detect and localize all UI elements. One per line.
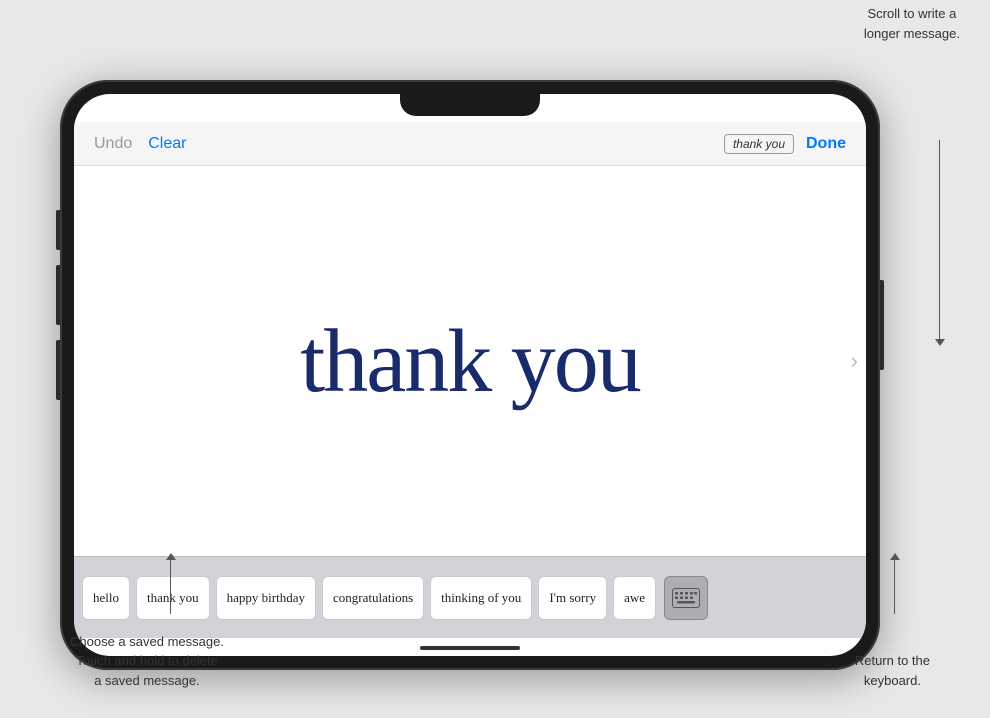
suggestion-happy-birthday[interactable]: happy birthday: [216, 576, 316, 620]
notch: [400, 94, 540, 116]
saved-message-annotation: Choose a saved message. Touch and hold t…: [70, 632, 224, 691]
keyboard-return-arrow: [894, 559, 895, 614]
volume-down-button: [56, 340, 60, 400]
preview-badge: thank you: [724, 134, 794, 154]
keyboard-icon: [672, 588, 700, 608]
toolbar-left: Undo Clear: [94, 135, 186, 153]
saved-message-arrow: [170, 559, 171, 614]
keyboard-annotation: Return to the keyboard.: [855, 651, 930, 690]
handwriting-content: thank you: [300, 310, 639, 413]
drawing-area[interactable]: thank you ›: [74, 166, 866, 556]
suggestions-bar: hello thank you happy birthday congratul…: [74, 556, 866, 638]
suggestion-hello[interactable]: hello: [82, 576, 130, 620]
suggestion-congratulations[interactable]: congratulations: [322, 576, 424, 620]
power-button: [880, 280, 884, 370]
suggestion-im-sorry[interactable]: I'm sorry: [538, 576, 607, 620]
scroll-annotation: Scroll to write a longer message.: [864, 4, 960, 43]
toolbar: Undo Clear thank you Done: [74, 122, 866, 166]
phone-screen: Undo Clear thank you Done thank you › he…: [74, 94, 866, 656]
home-indicator: [420, 646, 520, 650]
suggestion-thank-you[interactable]: thank you: [136, 576, 210, 620]
undo-button[interactable]: Undo: [94, 135, 132, 153]
suggestion-awe[interactable]: awe: [613, 576, 656, 620]
volume-up-button: [56, 265, 60, 325]
top-right-arrow: [939, 140, 940, 340]
clear-button[interactable]: Clear: [148, 135, 186, 153]
scroll-right-icon: ›: [851, 348, 858, 374]
done-button[interactable]: Done: [806, 135, 846, 153]
phone-frame: Undo Clear thank you Done thank you › he…: [60, 80, 880, 670]
toolbar-right: thank you Done: [724, 134, 846, 154]
keyboard-button[interactable]: [664, 576, 708, 620]
suggestion-thinking-of-you[interactable]: thinking of you: [430, 576, 532, 620]
mute-button: [56, 210, 60, 250]
